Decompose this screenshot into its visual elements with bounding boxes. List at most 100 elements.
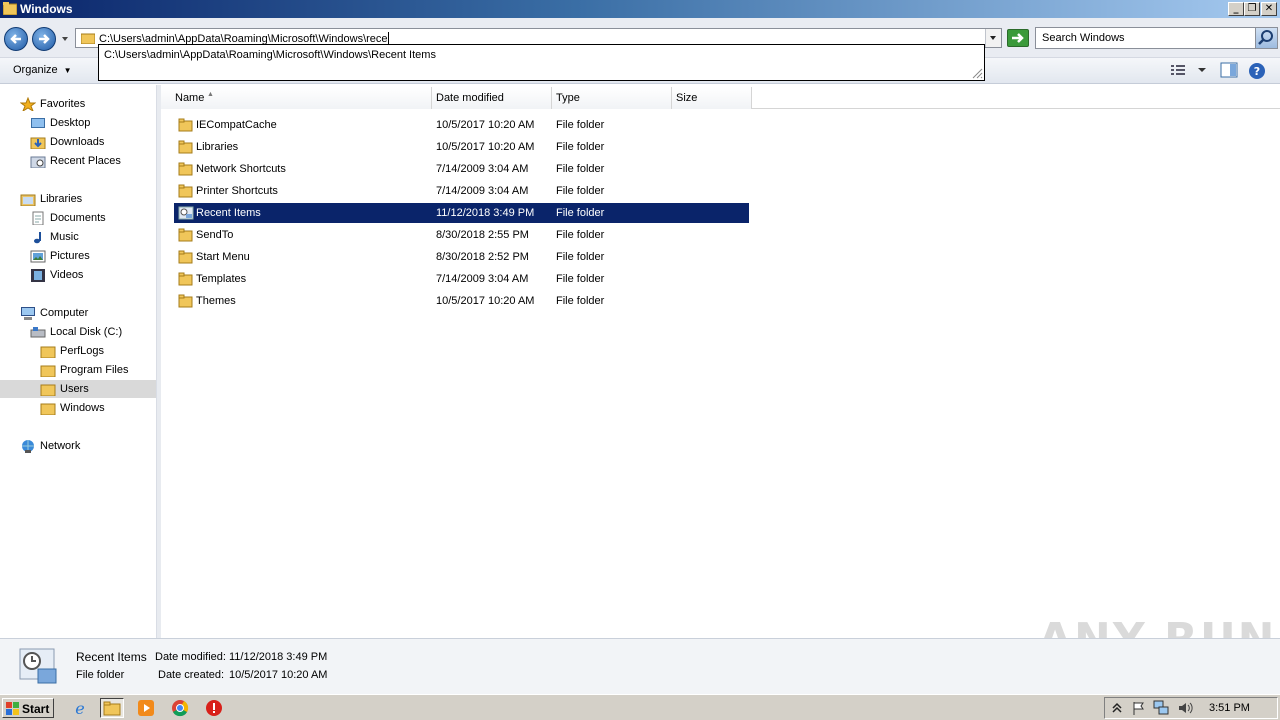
computer-icon: [21, 307, 35, 320]
organize-button[interactable]: Organize ▼: [13, 64, 72, 76]
network-tray-icon[interactable]: [1153, 700, 1169, 716]
nav-network[interactable]: Network: [20, 437, 156, 455]
videos-icon: [31, 269, 45, 282]
nav-pictures-label: Pictures: [50, 250, 90, 262]
nav-computer[interactable]: Computer: [20, 304, 156, 322]
stop-icon: [206, 700, 222, 716]
documents-icon: [32, 211, 44, 225]
file-date: 10/5/2017 10:20 AM: [436, 141, 535, 153]
back-button[interactable]: [4, 27, 28, 51]
file-row[interactable]: Start Menu 8/30/2018 2:52 PM File folder: [174, 247, 749, 267]
nav-local-disk[interactable]: Local Disk (C:): [30, 323, 156, 341]
nav-desktop[interactable]: Desktop: [30, 114, 156, 132]
column-headers: Name ▲ Date modified Type Size: [161, 87, 1280, 109]
start-label: Start: [22, 702, 50, 716]
file-date: 7/14/2009 3:04 AM: [436, 185, 529, 197]
file-row[interactable]: Printer Shortcuts 7/14/2009 3:04 AM File…: [174, 181, 749, 201]
recent-places-icon: [30, 156, 46, 168]
nav-videos[interactable]: Videos: [30, 266, 156, 284]
nav-users[interactable]: Users: [0, 380, 156, 398]
view-options-icon[interactable]: [1169, 62, 1187, 78]
file-date: 10/5/2017 10:20 AM: [436, 295, 535, 307]
explorer-taskbar-icon[interactable]: [100, 698, 124, 718]
nav-perflogs[interactable]: PerfLogs: [40, 342, 156, 360]
file-name: Network Shortcuts: [196, 163, 286, 175]
clock[interactable]: 3:51 PM: [1209, 702, 1250, 714]
folder-icon: [103, 701, 121, 716]
help-icon[interactable]: ?: [1248, 62, 1266, 80]
nav-downloads[interactable]: Downloads: [30, 133, 156, 151]
nav-favorites-label: Favorites: [40, 98, 86, 110]
preview-pane-icon[interactable]: [1220, 62, 1238, 79]
details-created-value: 10/5/2017 10:20 AM: [229, 669, 328, 681]
forward-button[interactable]: [32, 27, 56, 51]
back-arrow-icon: [10, 34, 21, 44]
autocomplete-suggestion[interactable]: C:\Users\admin\AppData\Roaming\Microsoft…: [104, 49, 436, 61]
minimize-button[interactable]: _: [1228, 2, 1244, 16]
folder-icon: [178, 184, 193, 198]
nav-libraries-label: Libraries: [40, 193, 83, 205]
stop-app-taskbar-icon[interactable]: [202, 698, 226, 718]
go-button[interactable]: [1007, 29, 1029, 47]
nav-network-label: Network: [40, 440, 81, 452]
restore-button[interactable]: ❐: [1244, 2, 1260, 16]
nav-libraries[interactable]: Libraries: [20, 190, 156, 208]
start-button[interactable]: Start: [2, 698, 54, 718]
file-row-selected[interactable]: Recent Items 11/12/2018 3:49 PM File fol…: [174, 203, 749, 223]
nav-downloads-label: Downloads: [50, 136, 105, 148]
file-row[interactable]: Templates 7/14/2009 3:04 AM File folder: [174, 269, 749, 289]
file-row[interactable]: Libraries 10/5/2017 10:20 AM File folder: [174, 137, 749, 157]
column-date-label: Date modified: [436, 92, 504, 104]
column-type[interactable]: Type: [552, 87, 672, 109]
navigation-pane: Favorites Desktop Downloads Recent Place…: [0, 85, 157, 638]
resize-grip-icon[interactable]: [971, 67, 983, 79]
chrome-taskbar-icon[interactable]: [168, 698, 192, 718]
show-hidden-icons-icon[interactable]: [1111, 701, 1123, 715]
recent-pages-dropdown[interactable]: [61, 35, 69, 43]
search-box[interactable]: Search Windows: [1035, 27, 1278, 49]
file-row[interactable]: Themes 10/5/2017 10:20 AM File folder: [174, 291, 749, 311]
column-name[interactable]: Name ▲: [161, 87, 432, 109]
file-type: File folder: [556, 295, 605, 307]
drive-icon: [30, 327, 46, 338]
nav-desktop-label: Desktop: [50, 117, 91, 129]
column-size[interactable]: Size: [672, 87, 752, 109]
media-player-taskbar-icon[interactable]: [134, 698, 158, 718]
file-row[interactable]: Network Shortcuts 7/14/2009 3:04 AM File…: [174, 159, 749, 179]
nav-program-files[interactable]: Program Files: [40, 361, 156, 379]
file-row[interactable]: SendTo 8/30/2018 2:55 PM File folder: [174, 225, 749, 245]
recent-items-icon: [178, 206, 194, 220]
file-name: Start Menu: [196, 251, 250, 263]
view-dropdown-icon[interactable]: [1196, 62, 1208, 78]
star-icon: [20, 97, 36, 111]
nav-music[interactable]: Music: [30, 228, 156, 246]
nav-perflogs-label: PerfLogs: [60, 345, 105, 357]
action-center-flag-icon[interactable]: [1131, 701, 1145, 715]
address-dropdown-button[interactable]: [985, 29, 1001, 47]
search-button[interactable]: [1255, 28, 1277, 48]
nav-documents[interactable]: Documents: [30, 209, 156, 227]
file-type: File folder: [556, 229, 605, 241]
svg-text:?: ?: [1254, 65, 1260, 78]
search-input[interactable]: Search Windows: [1042, 32, 1125, 44]
folder-icon: [178, 272, 193, 286]
folder-icon: [40, 384, 56, 396]
folder-icon: [81, 33, 95, 44]
nav-pictures[interactable]: Pictures: [30, 247, 156, 265]
column-date-modified[interactable]: Date modified: [432, 87, 552, 109]
internet-explorer-taskbar-icon[interactable]: e: [68, 698, 92, 718]
nav-recent-places[interactable]: Recent Places: [30, 152, 156, 170]
file-type: File folder: [556, 185, 605, 197]
nav-favorites[interactable]: Favorites: [20, 95, 156, 113]
file-type: File folder: [556, 119, 605, 131]
volume-icon[interactable]: [1177, 700, 1193, 716]
file-type: File folder: [556, 141, 605, 153]
folder-icon: [178, 294, 193, 308]
nav-windows[interactable]: Windows: [40, 399, 156, 417]
close-button[interactable]: ✕: [1261, 2, 1277, 16]
file-type: File folder: [556, 163, 605, 175]
sort-ascending-icon: ▲: [207, 91, 214, 98]
file-row[interactable]: IECompatCache 10/5/2017 10:20 AM File fo…: [174, 115, 749, 135]
search-icon: [1258, 30, 1273, 45]
details-name: Recent Items: [76, 650, 147, 664]
